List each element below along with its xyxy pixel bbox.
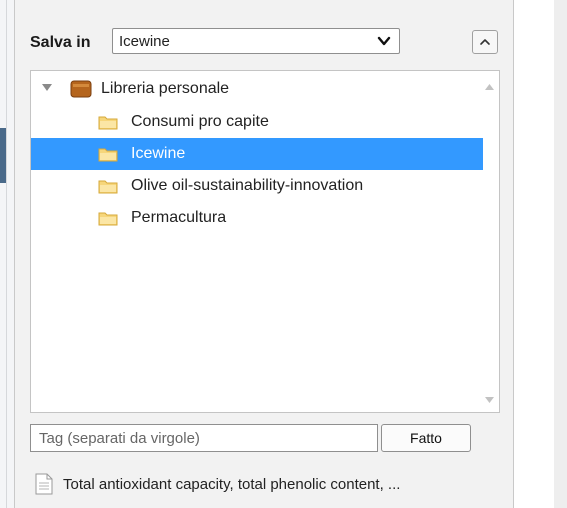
done-button[interactable]: Fatto xyxy=(381,424,471,452)
library-icon xyxy=(70,80,92,98)
background-scroll-strip xyxy=(554,0,567,508)
tree-row-collection-selected[interactable]: Icewine xyxy=(31,138,483,170)
tree-row-library[interactable]: Libreria personale xyxy=(31,73,483,105)
save-in-label: Salva in xyxy=(30,34,91,51)
tree-row-collection[interactable]: Permacultura xyxy=(31,202,483,234)
background-left-pane xyxy=(0,0,14,508)
tree-label-collection: Olive oil-sustainability-innovation xyxy=(131,177,364,194)
collection-tree[interactable]: Libreria personale Consumi pro capite Ic… xyxy=(30,70,500,413)
chevron-up-icon xyxy=(480,39,490,45)
tree-label-collection: Consumi pro capite xyxy=(131,113,269,130)
folder-icon xyxy=(98,180,118,194)
save-to-zotero-popup: Salva in Icewine Libreria personale Cons… xyxy=(14,0,514,508)
collection-select-value: Icewine xyxy=(119,33,170,50)
tree-label-collection: Permacultura xyxy=(131,209,227,226)
collapse-tree-button[interactable] xyxy=(472,30,498,54)
tree-label-library: Libreria personale xyxy=(101,80,230,97)
folder-icon xyxy=(98,148,118,162)
tree-label-collection: Icewine xyxy=(131,145,186,162)
twisty-expanded-icon[interactable] xyxy=(42,84,52,92)
tree-row-collection[interactable]: Consumi pro capite xyxy=(31,106,483,138)
tree-row-collection[interactable]: Olive oil-sustainability-innovation xyxy=(31,170,483,202)
chevron-down-icon xyxy=(377,36,391,46)
folder-icon xyxy=(98,116,118,130)
folder-icon xyxy=(98,212,118,226)
document-icon xyxy=(35,473,53,495)
tags-input[interactable] xyxy=(30,424,378,452)
saved-item-row: Total antioxidant capacity, total phenol… xyxy=(35,472,505,496)
collection-select[interactable]: Icewine xyxy=(112,28,400,54)
scroll-down-arrow-icon[interactable] xyxy=(485,397,494,403)
scroll-up-arrow-icon[interactable] xyxy=(485,84,494,90)
background-divider xyxy=(6,0,7,508)
save-in-row: Salva in Icewine xyxy=(30,28,500,56)
item-title: Total antioxidant capacity, total phenol… xyxy=(63,476,401,493)
